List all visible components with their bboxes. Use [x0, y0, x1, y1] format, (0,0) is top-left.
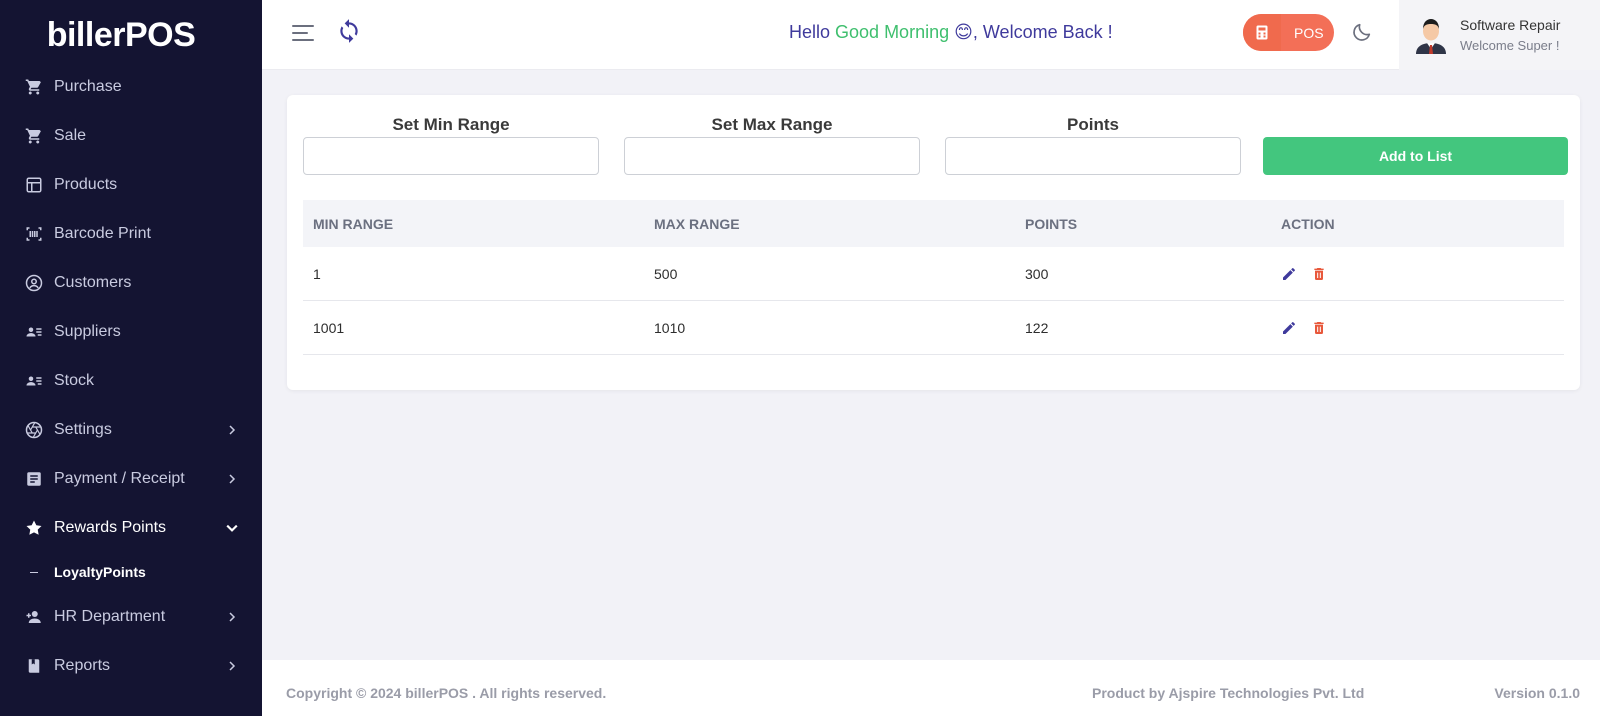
sidebar: billerPOS Purchase Sale Products Barcode…: [0, 0, 262, 716]
user-circle-icon: [25, 274, 43, 292]
cell-actions: [1281, 266, 1564, 282]
greeting-suffix: , Welcome Back !: [972, 22, 1113, 42]
avatar: [1414, 16, 1448, 54]
chevron-right-icon: [226, 424, 238, 436]
greeting-prefix: Hello: [789, 22, 836, 42]
user-profile[interactable]: Software Repair Welcome Super !: [1399, 0, 1600, 70]
col-header-max-range: MAX RANGE: [654, 215, 740, 232]
refresh-icon[interactable]: [336, 17, 362, 45]
cell-points: 300: [1025, 265, 1049, 282]
id-card-icon: [25, 372, 43, 390]
menu-icon[interactable]: [292, 24, 314, 42]
sidebar-subitem-label: LoyaltyPoints: [54, 564, 146, 580]
sidebar-item-label: Customers: [54, 273, 132, 291]
aperture-icon: [25, 421, 43, 439]
sidebar-item-customers[interactable]: Customers: [0, 258, 262, 307]
top-header: Hello Good Morning 😊, Welcome Back ! POS…: [262, 0, 1600, 70]
product-by-text: Product by Ajspire Technologies Pvt. Ltd: [1092, 685, 1365, 701]
user-name: Software Repair: [1460, 17, 1561, 33]
chevron-right-icon: [226, 473, 238, 485]
delete-icon[interactable]: [1311, 266, 1327, 282]
id-card-icon: [25, 323, 43, 341]
sidebar-item-label: Products: [54, 175, 118, 193]
sidebar-item-rewards-points[interactable]: Rewards Points: [0, 503, 262, 552]
pos-button[interactable]: POS: [1243, 14, 1334, 51]
points-input[interactable]: [945, 137, 1241, 175]
sidebar-nav: Purchase Sale Products Barcode Print Cus…: [0, 62, 262, 690]
pos-button-label: POS: [1294, 24, 1324, 41]
cart-icon: [25, 78, 43, 96]
table-row: 1 500 300: [303, 247, 1564, 301]
cell-actions: [1281, 320, 1564, 336]
points-label: Points: [1067, 115, 1119, 134]
user-info: Software Repair Welcome Super !: [1460, 17, 1560, 53]
user-plus-icon: [25, 608, 43, 626]
chevron-right-icon: [226, 611, 238, 623]
edit-icon[interactable]: [1281, 266, 1297, 282]
greeting-text: Hello Good Morning 😊, Welcome Back !: [789, 22, 1113, 43]
sidebar-item-suppliers[interactable]: Suppliers: [0, 307, 262, 356]
cell-points: 122: [1025, 319, 1049, 336]
sidebar-item-payment-receipt[interactable]: Payment / Receipt: [0, 454, 262, 503]
receipt-icon: [25, 470, 43, 488]
copyright-text: Copyright © 2024 billerPOS . All rights …: [286, 685, 607, 701]
logo[interactable]: billerPOS: [0, 0, 262, 70]
sidebar-item-sale[interactable]: Sale: [0, 111, 262, 160]
sidebar-item-reports[interactable]: Reports: [0, 641, 262, 690]
cell-max-range: 500: [654, 265, 678, 282]
sidebar-item-label: Suppliers: [54, 322, 121, 340]
add-to-list-button[interactable]: Add to List: [1263, 137, 1568, 175]
smiley-emoji: 😊: [954, 22, 973, 42]
sidebar-item-barcode-print[interactable]: Barcode Print: [0, 209, 262, 258]
min-range-label: Set Min Range: [392, 115, 510, 134]
table-row: 1001 1010 122: [303, 301, 1564, 355]
cart-icon: [25, 127, 43, 145]
sidebar-item-hr-department[interactable]: HR Department: [0, 592, 262, 641]
book-icon: [25, 657, 43, 675]
layout-icon: [25, 176, 43, 194]
sidebar-item-label: Purchase: [54, 77, 122, 95]
max-range-input[interactable]: [624, 137, 920, 175]
user-subtitle: Welcome Super !: [1460, 38, 1560, 53]
sidebar-item-label: Settings: [54, 420, 112, 438]
chevron-right-icon: [226, 660, 238, 672]
sidebar-item-label: Payment / Receipt: [54, 469, 185, 487]
version-text: Version 0.1.0: [1494, 685, 1580, 701]
logo-text: billerPOS: [46, 15, 196, 54]
sidebar-subitem-loyaltypoints[interactable]: LoyaltyPoints: [0, 552, 262, 592]
loyalty-points-card: Set Min Range Set Max Range Points Add t…: [287, 95, 1580, 390]
min-range-input[interactable]: [303, 137, 599, 175]
footer: Copyright © 2024 billerPOS . All rights …: [262, 660, 1600, 716]
col-header-min-range: MIN RANGE: [313, 215, 394, 232]
star-icon: [25, 519, 43, 537]
col-header-action: ACTION: [1281, 215, 1335, 232]
sidebar-item-label: Sale: [54, 126, 87, 144]
chevron-down-icon: [226, 522, 238, 534]
sidebar-item-products[interactable]: Products: [0, 160, 262, 209]
sidebar-item-stock[interactable]: Stock: [0, 356, 262, 405]
sidebar-item-label: Reports: [54, 656, 111, 674]
sidebar-item-purchase[interactable]: Purchase: [0, 62, 262, 111]
delete-icon[interactable]: [1311, 320, 1327, 336]
col-header-points: POINTS: [1025, 215, 1078, 232]
max-range-label: Set Max Range: [711, 115, 833, 134]
sidebar-item-label: Rewards Points: [54, 518, 167, 536]
cell-min-range: 1: [313, 265, 321, 282]
cell-max-range: 1010: [654, 319, 686, 336]
cell-min-range: 1001: [313, 319, 345, 336]
sidebar-item-label: Stock: [54, 371, 95, 389]
sidebar-item-label: Barcode Print: [54, 224, 151, 242]
sidebar-item-label: HR Department: [54, 607, 166, 625]
edit-icon[interactable]: [1281, 320, 1297, 336]
greeting-highlight: Good Morning: [835, 22, 950, 42]
dash-icon: [30, 571, 38, 573]
calculator-icon: [1243, 14, 1281, 51]
moon-icon[interactable]: [1351, 21, 1373, 43]
table-header: MIN RANGE MAX RANGE POINTS ACTION: [303, 200, 1564, 247]
barcode-icon: [25, 225, 43, 243]
sidebar-item-settings[interactable]: Settings: [0, 405, 262, 454]
loyalty-table: MIN RANGE MAX RANGE POINTS ACTION 1 500 …: [303, 200, 1564, 355]
